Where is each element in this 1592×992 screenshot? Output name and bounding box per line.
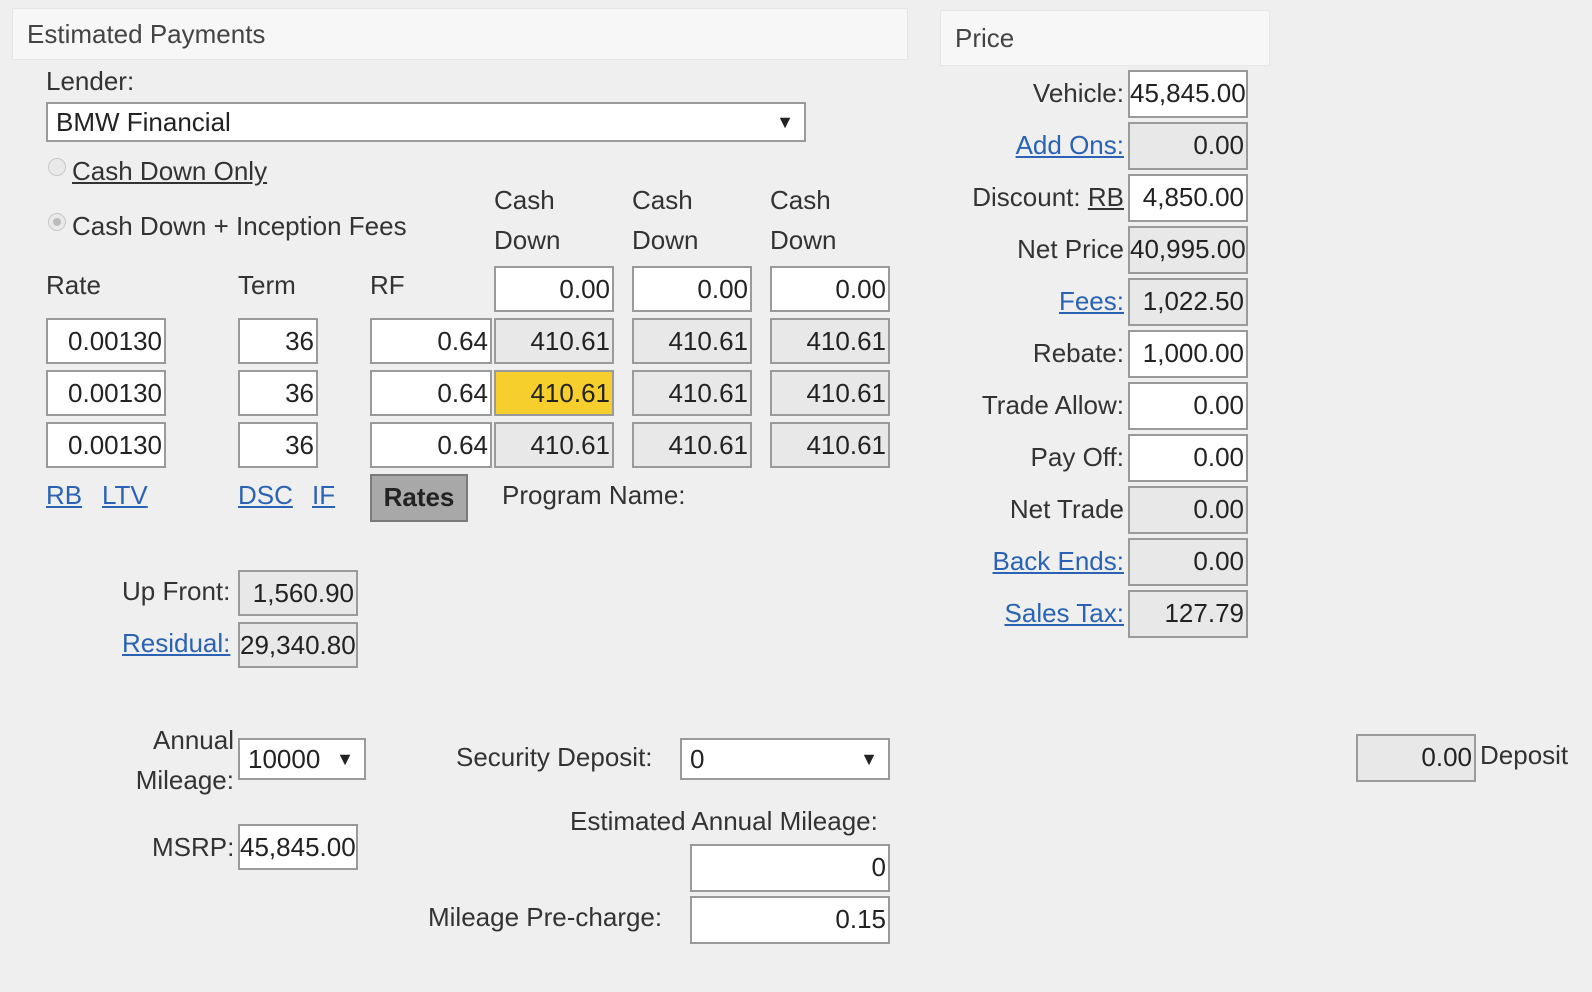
vehicle-label: Vehicle:: [1032, 78, 1124, 108]
discount-label: Discount: RB: [940, 182, 1124, 213]
program-name-label: Program Name:: [502, 480, 686, 510]
chevron-down-icon: ▼: [860, 749, 878, 769]
rebate-field[interactable]: 1,000.00: [1128, 330, 1248, 378]
security-deposit-select-value: 0: [690, 744, 705, 774]
discount-rb-link[interactable]: RB: [1088, 182, 1124, 212]
up-front-label: Up Front:: [122, 576, 231, 606]
estimated-payments-title: Estimated Payments: [27, 18, 266, 49]
pay-off-field[interactable]: 0.00: [1128, 434, 1248, 482]
residual-link[interactable]: Residual:: [122, 628, 230, 659]
chevron-down-icon: ▼: [336, 749, 354, 769]
cash-down-header-3: Cash Down: [770, 180, 836, 260]
term-input[interactable]: 36: [238, 318, 318, 364]
up-front-field: 1,560.90: [238, 570, 358, 616]
lender-select-value: BMW Financial: [56, 107, 231, 137]
price-title: Price: [955, 22, 1015, 53]
chevron-down-icon: ▼: [776, 112, 794, 132]
payment-cell[interactable]: 410.61: [770, 422, 890, 468]
sales-tax-field: 127.79: [1128, 590, 1248, 638]
residual-field: 29,340.80: [238, 622, 358, 668]
est-annual-mileage-input[interactable]: 0: [690, 844, 890, 892]
security-deposit-label: Security Deposit:: [456, 742, 653, 772]
pay-off-label: Pay Off:: [1030, 442, 1124, 472]
cash-down-only-label[interactable]: Cash Down Only: [72, 156, 267, 187]
cash-down-header-text: Cash Down: [632, 185, 699, 255]
net-trade-label: Net Trade: [1009, 494, 1124, 524]
rate-input[interactable]: 0.00130: [46, 318, 166, 364]
lender-select[interactable]: BMW Financial ▼: [46, 102, 806, 142]
est-annual-mileage-label: Estimated Annual Mileage:: [570, 806, 878, 836]
cash-down-inception-label: Cash Down + Inception Fees: [72, 211, 407, 241]
cash-down-only-radio[interactable]: [48, 158, 66, 176]
ltv-link[interactable]: LTV: [102, 480, 148, 511]
estimated-payments-header: Estimated Payments: [12, 8, 908, 60]
msrp-field[interactable]: 45,845.00: [238, 824, 358, 870]
back-ends-field: 0.00: [1128, 538, 1248, 586]
sales-tax-label: Sales Tax:: [960, 598, 1124, 629]
cash-down-inception-radio[interactable]: [48, 213, 66, 231]
back-ends-label: Back Ends:: [960, 546, 1124, 577]
net-price-label: Net Price: [1017, 234, 1124, 264]
deposit-field: 0.00: [1356, 734, 1476, 782]
rf-input[interactable]: 0.64: [370, 318, 492, 364]
rf-input[interactable]: 0.64: [370, 422, 492, 468]
payment-cell[interactable]: 410.61: [632, 370, 752, 416]
rebate-label: Rebate:: [1032, 338, 1124, 368]
payment-cell[interactable]: 410.61: [494, 422, 614, 468]
rate-input[interactable]: 0.00130: [46, 422, 166, 468]
trade-allow-field[interactable]: 0.00: [1128, 382, 1248, 430]
discount-field[interactable]: 4,850.00: [1128, 174, 1248, 222]
payment-cell[interactable]: 410.61: [770, 370, 890, 416]
term-input[interactable]: 36: [238, 422, 318, 468]
fees-label: Fees:: [960, 286, 1124, 317]
rf-header: RF: [370, 270, 405, 300]
fees-link[interactable]: Fees:: [1059, 286, 1124, 316]
lender-label: Lender:: [46, 66, 135, 96]
annual-mileage-label: Annual Mileage:: [120, 720, 234, 800]
price-header: Price: [940, 10, 1270, 66]
payment-cell[interactable]: 410.61: [494, 318, 614, 364]
mileage-precharge-label: Mileage Pre-charge:: [428, 902, 663, 932]
cash-down-header-2: Cash Down: [632, 180, 698, 260]
rates-button[interactable]: Rates: [370, 474, 468, 522]
payment-cell-selected[interactable]: 410.61: [494, 370, 614, 416]
annual-mileage-label-line1: Annual: [153, 725, 234, 755]
deposit-label: Deposit: [1480, 740, 1569, 770]
payment-cell[interactable]: 410.61: [770, 318, 890, 364]
rb-link[interactable]: RB: [46, 480, 82, 511]
annual-mileage-label-line2: Mileage:: [135, 765, 234, 795]
discount-label-text: Discount:: [972, 182, 1081, 212]
payment-cell[interactable]: 410.61: [632, 422, 752, 468]
net-trade-field: 0.00: [1128, 486, 1248, 534]
add-ons-field: 0.00: [1128, 122, 1248, 170]
term-input[interactable]: 36: [238, 370, 318, 416]
cash-down-header-text: Cash Down: [494, 185, 561, 255]
dsc-link[interactable]: DSC: [238, 480, 293, 511]
add-ons-label: Add Ons:: [960, 130, 1124, 161]
trade-allow-label: Trade Allow:: [981, 390, 1124, 420]
payment-cell[interactable]: 410.61: [632, 318, 752, 364]
cash-down-header-text: Cash Down: [770, 185, 837, 255]
add-ons-link[interactable]: Add Ons:: [1016, 130, 1124, 160]
annual-mileage-select[interactable]: 10000 ▼: [238, 738, 366, 780]
msrp-label: MSRP:: [152, 832, 235, 862]
cash-down-header-1: Cash Down: [494, 180, 560, 260]
vehicle-field[interactable]: 45,845.00: [1128, 70, 1248, 118]
net-price-field: 40,995.00: [1128, 226, 1248, 274]
cash-down-input-2[interactable]: 0.00: [632, 266, 752, 312]
rf-input[interactable]: 0.64: [370, 370, 492, 416]
fees-field: 1,022.50: [1128, 278, 1248, 326]
if-link[interactable]: IF: [312, 480, 335, 511]
rate-input[interactable]: 0.00130: [46, 370, 166, 416]
annual-mileage-select-value: 10000: [248, 744, 321, 774]
security-deposit-select[interactable]: 0 ▼: [680, 738, 890, 780]
rate-header: Rate: [46, 270, 101, 300]
sales-tax-link[interactable]: Sales Tax:: [1005, 598, 1124, 628]
back-ends-link[interactable]: Back Ends:: [992, 546, 1124, 576]
mileage-precharge-input[interactable]: 0.15: [690, 896, 890, 944]
cash-down-input-1[interactable]: 0.00: [494, 266, 614, 312]
cash-down-input-3[interactable]: 0.00: [770, 266, 890, 312]
term-header: Term: [238, 270, 296, 300]
